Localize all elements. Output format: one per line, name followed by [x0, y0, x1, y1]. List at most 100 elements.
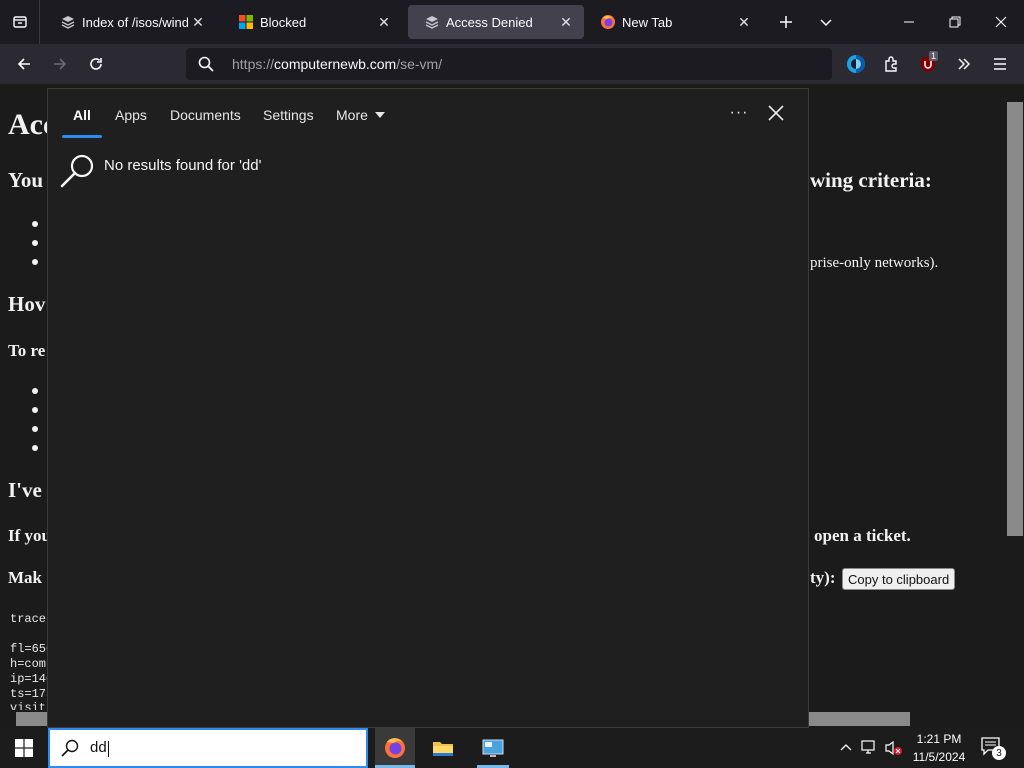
search-filter-apps[interactable]: Apps [115, 107, 147, 123]
close-tab-icon[interactable]: ✕ [556, 12, 576, 32]
action-center-button[interactable]: 3 [980, 736, 1006, 760]
clock-date: 11/5/2024 [912, 750, 966, 764]
url-protocol: https:// [232, 56, 275, 72]
server-icon [424, 14, 440, 30]
reload-icon [90, 58, 102, 70]
tab-list-button[interactable] [0, 0, 40, 44]
taskbar-app-file-explorer[interactable] [423, 728, 463, 768]
tab-strip: Index of /isos/windows ✕ Blocked ✕ Acces… [0, 0, 1024, 44]
overflow-menu-button[interactable] [948, 48, 980, 80]
search-filter-all[interactable]: All [73, 107, 91, 123]
instruction-text: To re [8, 341, 46, 360]
restore-icon [949, 16, 961, 28]
search-filter-more[interactable]: More [336, 107, 385, 123]
close-icon [768, 105, 784, 121]
microsoft-logo-icon [238, 14, 254, 30]
url-domain: computernewb.com [274, 56, 397, 72]
url-bar[interactable]: https://computernewb.com/se-vm/ [186, 48, 832, 80]
globe-shield-icon [847, 55, 865, 73]
notification-count-badge: 3 [992, 746, 1006, 760]
vertical-scrollbar[interactable] [1006, 84, 1024, 704]
new-tab-button[interactable] [764, 0, 808, 44]
navigation-toolbar: https://computernewb.com/se-vm/ 1 [0, 44, 1024, 84]
taskbar-clock[interactable]: 1:21 PM 11/5/2024 [904, 730, 974, 766]
list-all-tabs-button[interactable] [806, 0, 846, 44]
url-text: https://computernewb.com/se-vm/ [232, 56, 442, 72]
back-arrow-icon [17, 58, 30, 70]
list-bullet [32, 426, 38, 432]
extensions-button[interactable] [876, 48, 908, 80]
windows-logo-icon [15, 739, 33, 757]
vertical-scrollbar-thumb[interactable] [1007, 102, 1023, 536]
taskbar-app-firefox[interactable] [375, 728, 415, 768]
taskbar-app-control-panel[interactable] [473, 728, 513, 768]
back-button[interactable] [8, 48, 40, 80]
make-note-text-right: ty): [810, 568, 836, 587]
list-item-text: prise-only networks). [810, 255, 939, 271]
minimize-button[interactable] [886, 0, 932, 44]
network-icon [861, 740, 875, 754]
search-query-text: dd [90, 739, 107, 757]
close-flyout-button[interactable] [764, 101, 788, 125]
list-bullet [32, 445, 38, 451]
list-bullet [32, 388, 38, 394]
ublock-origin-button[interactable]: 1 [912, 48, 944, 80]
close-tab-icon[interactable]: ✕ [188, 12, 208, 32]
close-tab-icon[interactable]: ✕ [734, 12, 754, 32]
minimize-icon [904, 21, 914, 23]
search-filter-documents[interactable]: Documents [170, 107, 241, 123]
list-bullet [32, 407, 38, 413]
no-results-message: No results found for 'dd' [104, 157, 262, 174]
search-magnifier-icon [60, 154, 94, 188]
double-chevron-right-icon [958, 58, 971, 70]
taskbar-search-input[interactable]: dd [90, 739, 109, 757]
clock-time: 1:21 PM [916, 732, 962, 746]
network-tray-button[interactable] [860, 738, 880, 758]
vpn-extension-button[interactable] [840, 48, 872, 80]
volume-muted-icon [885, 740, 902, 756]
reload-button[interactable] [80, 48, 112, 80]
plus-icon [780, 16, 792, 28]
search-icon [198, 56, 214, 77]
section-heading-ive: I've [8, 478, 42, 502]
restore-button[interactable] [932, 0, 978, 44]
close-tab-icon[interactable]: ✕ [374, 12, 394, 32]
forward-button[interactable] [44, 48, 76, 80]
start-button[interactable] [0, 728, 48, 768]
tab-access-denied[interactable]: Access Denied ✕ [408, 5, 584, 39]
tab-title: New Tab [622, 14, 673, 30]
tab-title: Index of /isos/windows [82, 14, 188, 30]
active-filter-indicator [62, 135, 102, 138]
search-filter-settings[interactable]: Settings [263, 107, 314, 123]
tab-title: Access Denied [446, 14, 533, 30]
text-caret [107, 740, 109, 757]
section-heading-criteria-right: wing criteria: [810, 168, 932, 192]
url-path: /se-vm/ [396, 56, 443, 72]
trace-label: trace [10, 612, 47, 626]
server-icon [60, 14, 76, 30]
folder-icon [433, 742, 453, 756]
list-bullet [32, 240, 38, 246]
taskbar-search-box[interactable]: dd [48, 728, 368, 768]
puzzle-icon [885, 56, 897, 72]
firefox-icon [600, 14, 616, 30]
volume-tray-button[interactable] [884, 738, 904, 758]
tab-new-tab[interactable]: New Tab ✕ [584, 5, 762, 39]
tab-blocked[interactable]: Blocked ✕ [222, 5, 402, 39]
close-window-button[interactable] [978, 0, 1024, 44]
close-icon [995, 16, 1007, 28]
list-bullet [32, 259, 38, 265]
search-icon [60, 738, 80, 758]
make-note-text: Mak [8, 568, 42, 587]
section-heading-criteria: You [8, 168, 44, 192]
more-options-button[interactable]: ··· [724, 101, 754, 125]
app-menu-button[interactable] [984, 48, 1016, 80]
chevron-up-icon [840, 744, 852, 751]
tab-index-of-isos[interactable]: Index of /isos/windows ✕ [44, 5, 216, 39]
windows-search-flyout: All Apps Documents Settings More ··· No … [47, 88, 809, 728]
forward-arrow-icon [54, 58, 67, 70]
hamburger-menu-icon [994, 58, 1006, 70]
copy-to-clipboard-button[interactable]: Copy to clipboard [842, 568, 956, 590]
show-hidden-icons-button[interactable] [836, 738, 856, 758]
caret-down-icon [374, 112, 385, 118]
